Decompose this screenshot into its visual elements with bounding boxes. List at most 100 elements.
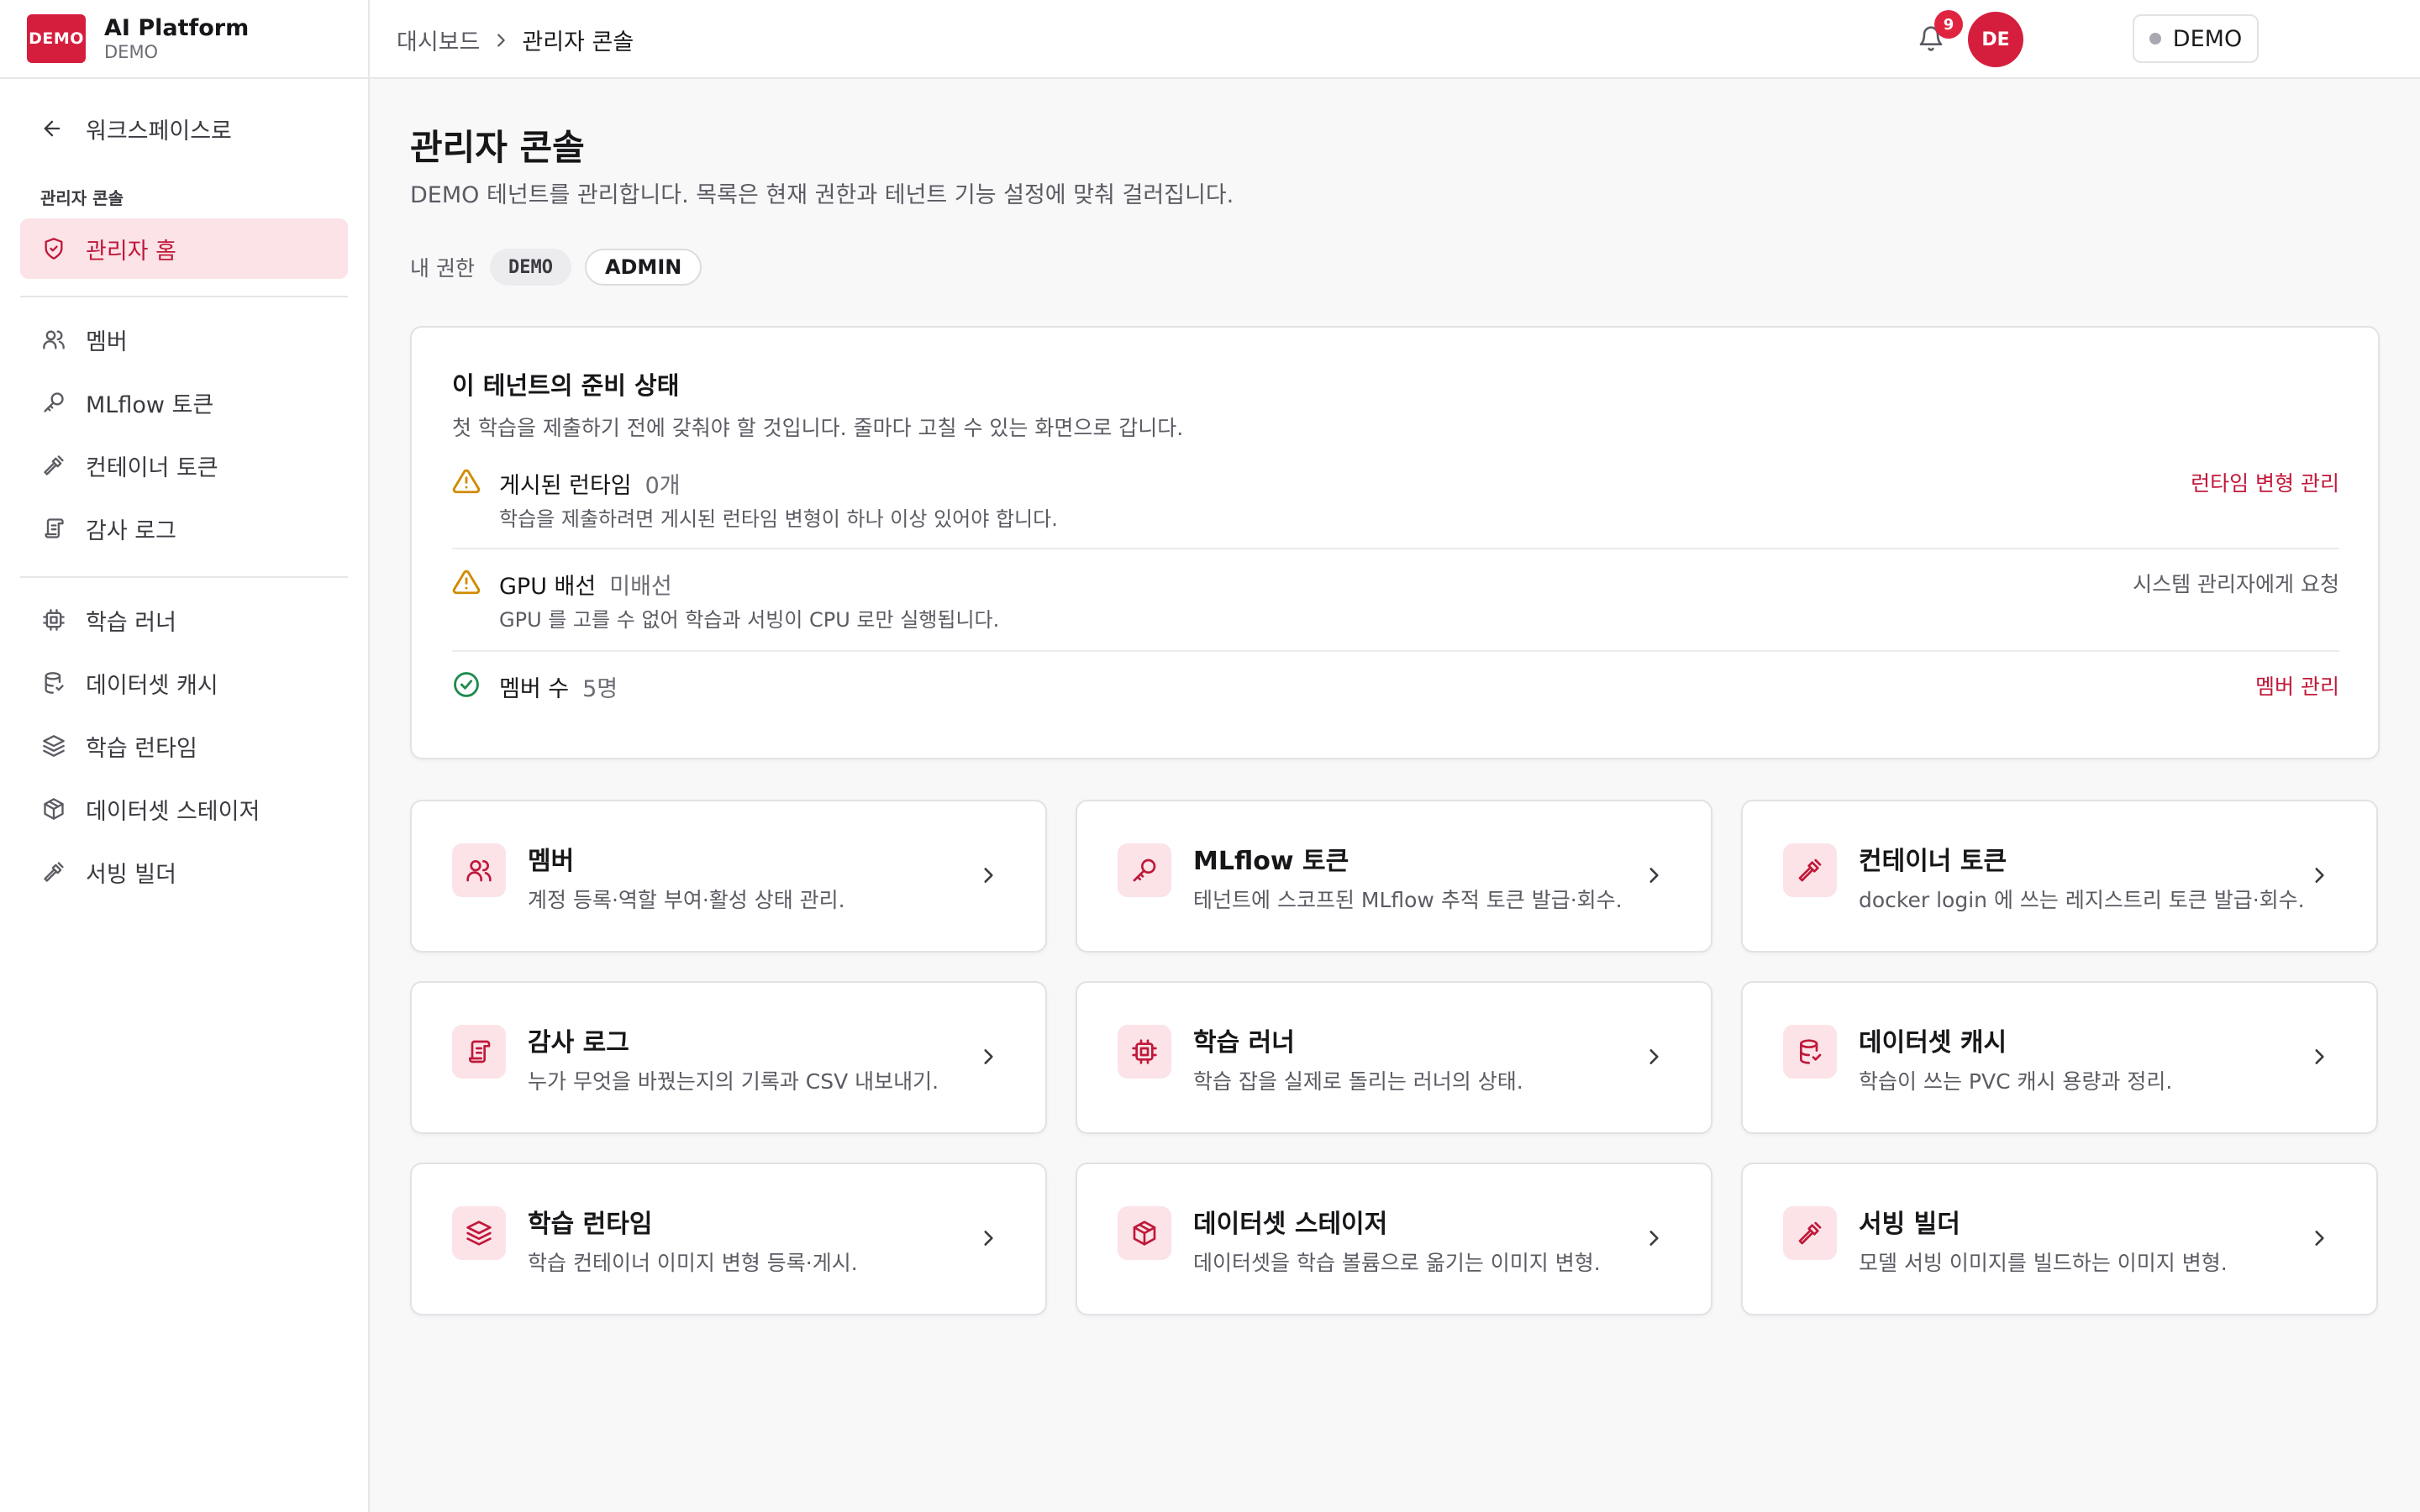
- sidebar-item-label: 멤버: [86, 328, 128, 355]
- sidebar-item-mlflow-token[interactable]: MLflow 토큰: [20, 372, 348, 433]
- card-container-token[interactable]: 컨테이너 토큰 docker login 에 쓰는 레지스트리 토큰 발급·회수…: [1741, 800, 2378, 953]
- readiness-item-note: GPU 를 고를 수 없어 학습과 서빙이 CPU 로만 실행됩니다.: [499, 608, 1000, 632]
- notification-badge: 9: [1934, 10, 1963, 39]
- card-description: 테넌트에 스코프된 MLflow 추적 토큰 발급·회수.: [1193, 888, 1623, 912]
- layers-icon: [40, 732, 67, 759]
- sidebar-item-admin-home[interactable]: 관리자 홈: [20, 218, 348, 279]
- topbar: 대시보드 관리자 콘솔 DEMO: [370, 0, 2420, 79]
- permission-badge-tenant: DEMO: [489, 249, 571, 286]
- request-sysadmin-text: 시스템 관리자에게 요청: [2133, 572, 2339, 596]
- sidebar-item-serving-builder[interactable]: 서빙 빌더: [20, 842, 348, 902]
- sidebar-item-label: 학습 런타임: [86, 735, 197, 762]
- sidebar-item-members[interactable]: 멤버: [20, 309, 348, 370]
- sidebar-item-dataset-cache[interactable]: 데이터셋 캐시: [20, 653, 348, 713]
- card-title: 감사 로그: [528, 1028, 629, 1058]
- hammer-icon: [40, 858, 67, 885]
- sidebar-item-container-token[interactable]: 컨테이너 토큰: [20, 435, 348, 496]
- breadcrumb-current: 관리자 콘솔: [522, 29, 634, 55]
- card-description: 학습 잡을 실제로 돌리는 러너의 상태.: [1193, 1069, 1523, 1094]
- readiness-item-value: 미배선: [609, 574, 672, 600]
- card-title: 데이터셋 스테이저: [1193, 1210, 1388, 1239]
- sidebar-item-label: 감사 로그: [86, 517, 176, 544]
- back-label: 워크스페이스로: [86, 118, 232, 144]
- card-title: 학습 러너: [1193, 1028, 1295, 1058]
- back-to-workspace-link[interactable]: 워크스페이스로: [20, 102, 348, 155]
- manage-members-link[interactable]: 멤버 관리: [2255, 670, 2339, 701]
- card-description: 데이터셋을 학습 볼륨으로 옮기는 이미지 변형.: [1193, 1251, 1601, 1275]
- tenant-selector[interactable]: DEMO: [2133, 14, 2259, 63]
- sidebar-item-label: 데이터셋 스테이저: [86, 798, 260, 825]
- chevron-right-icon: [492, 31, 510, 50]
- breadcrumb-dashboard-link[interactable]: 대시보드: [397, 24, 480, 56]
- card-serving-builder[interactable]: 서빙 빌더 모델 서빙 이미지를 빌드하는 이미지 변형.: [1741, 1163, 2378, 1315]
- permissions-label: 내 권한: [410, 256, 475, 281]
- avatar[interactable]: DE: [1968, 12, 2023, 67]
- readiness-item-value: 0개: [644, 473, 681, 499]
- key-icon: [40, 389, 67, 416]
- scroll-icon: [40, 515, 67, 542]
- readiness-item-name: 게시된 런타임: [499, 473, 632, 499]
- readiness-description: 첫 학습을 제출하기 전에 갖춰야 할 것입니다. 줄마다 고칠 수 있는 화면…: [452, 416, 1184, 440]
- users-icon: [40, 326, 67, 353]
- sidebar-item-training-runtime[interactable]: 학습 런타임: [20, 716, 348, 776]
- card-description: 학습 컨테이너 이미지 변형 등록·게시.: [528, 1251, 858, 1275]
- key-icon: [1118, 843, 1171, 897]
- chevron-right-icon: [2306, 862, 2333, 889]
- card-description: 계정 등록·역할 부여·활성 상태 관리.: [528, 888, 845, 912]
- arrow-left-icon: [40, 115, 67, 142]
- users-icon: [452, 843, 506, 897]
- card-members[interactable]: 멤버 계정 등록·역할 부여·활성 상태 관리.: [410, 800, 1047, 953]
- card-training-runner[interactable]: 학습 러너 학습 잡을 실제로 돌리는 러너의 상태.: [1076, 981, 1712, 1134]
- sidebar: DEMO AI Platform DEMO 워크스페이스로 관리자 콘솔 관리자…: [0, 0, 370, 1512]
- readiness-title: 이 테넌트의 준비 상태: [452, 371, 680, 400]
- permission-badge-role: ADMIN: [584, 249, 702, 286]
- chevron-right-icon: [1640, 1225, 1667, 1252]
- card-dataset-cache[interactable]: 데이터셋 캐시 학습이 쓰는 PVC 캐시 용량과 정리.: [1741, 981, 2378, 1134]
- warning-icon: [452, 568, 481, 596]
- sidebar-item-label: 서빙 빌더: [86, 861, 176, 888]
- sidebar-item-label: MLflow 토큰: [86, 391, 214, 418]
- readiness-item-name: GPU 배선: [499, 574, 597, 600]
- hammer-icon: [40, 452, 67, 479]
- sidebar-item-label: 학습 러너: [86, 609, 176, 636]
- scroll-icon: [452, 1025, 506, 1079]
- brand[interactable]: DEMO AI Platform DEMO: [0, 0, 368, 79]
- nav-divider: [20, 576, 348, 578]
- hammer-icon: [1783, 1206, 1837, 1260]
- readiness-item-name: 멤버 수: [499, 676, 570, 702]
- readiness-panel: 이 테넌트의 준비 상태 첫 학습을 제출하기 전에 갖춰야 할 것입니다. 줄…: [410, 326, 2380, 759]
- database-icon: [1783, 1025, 1837, 1079]
- sidebar-item-dataset-stager[interactable]: 데이터셋 스테이저: [20, 779, 348, 839]
- chevron-right-icon: [975, 1043, 1002, 1070]
- cpu-icon: [1118, 1025, 1171, 1079]
- sidebar-item-audit-log[interactable]: 감사 로그: [20, 498, 348, 559]
- sidebar-item-label: 데이터셋 캐시: [86, 672, 218, 699]
- box-icon: [1118, 1206, 1171, 1260]
- card-mlflow-token[interactable]: MLflow 토큰 테넌트에 스코프된 MLflow 추적 토큰 발급·회수.: [1076, 800, 1712, 953]
- readiness-item-value: 5명: [582, 676, 618, 702]
- chevron-right-icon: [1640, 1043, 1667, 1070]
- readiness-item-note: 학습을 제출하려면 게시된 런타임 변형이 하나 이상 있어야 합니다.: [499, 507, 1058, 531]
- warning-icon: [452, 467, 481, 496]
- manage-runtime-variants-link[interactable]: 런타임 변형 관리: [2191, 467, 2339, 497]
- card-dataset-stager[interactable]: 데이터셋 스테이저 데이터셋을 학습 볼륨으로 옮기는 이미지 변형.: [1076, 1163, 1712, 1315]
- nav-divider: [20, 296, 348, 297]
- card-audit-log[interactable]: 감사 로그 누가 무엇을 바꿨는지의 기록과 CSV 내보내기.: [410, 981, 1047, 1134]
- breadcrumb: 대시보드 관리자 콘솔: [397, 24, 634, 56]
- sidebar-item-training-runner[interactable]: 학습 러너: [20, 590, 348, 650]
- brand-logo: DEMO: [27, 14, 86, 63]
- card-description: docker login 에 쓰는 레지스트리 토큰 발급·회수.: [1859, 888, 2305, 912]
- card-title: MLflow 토큰: [1193, 847, 1349, 876]
- shield-icon: [40, 235, 67, 262]
- sidebar-item-label: 관리자 홈: [86, 238, 176, 265]
- card-description: 누가 무엇을 바꿨는지의 기록과 CSV 내보내기.: [528, 1069, 939, 1094]
- card-title: 서빙 빌더: [1859, 1210, 1960, 1239]
- card-training-runtime[interactable]: 학습 런타임 학습 컨테이너 이미지 변형 등록·게시.: [410, 1163, 1047, 1315]
- chevron-right-icon: [2306, 1225, 2333, 1252]
- readiness-item-label: 게시된 런타임 0개: [499, 467, 681, 500]
- cpu-icon: [40, 606, 67, 633]
- box-icon: [40, 795, 67, 822]
- readiness-item-gpu: GPU 배선 미배선 GPU 를 고를 수 없어 학습과 서빙이 CPU 로만 실…: [452, 568, 2339, 632]
- hammer-icon: [1783, 843, 1837, 897]
- tenant-chip-label: DEMO: [2172, 25, 2243, 52]
